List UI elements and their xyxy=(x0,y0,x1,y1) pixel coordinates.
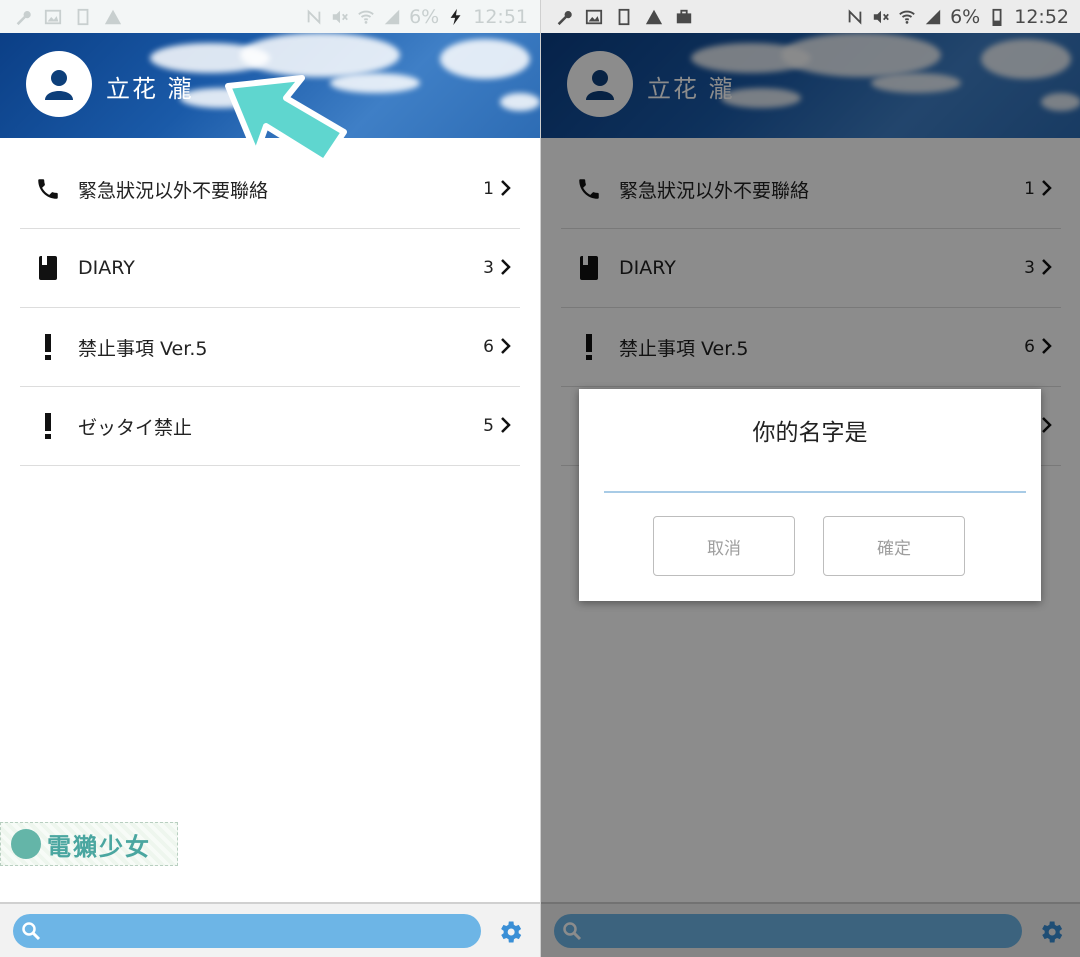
chevron-right-icon xyxy=(501,417,511,433)
battery-percent: 6% xyxy=(950,5,981,28)
list-item[interactable]: ゼッタイ禁止 5 xyxy=(20,387,520,466)
wifi-icon xyxy=(358,10,374,24)
phone-icon xyxy=(38,179,58,199)
list-item-label: DIARY xyxy=(78,257,135,279)
device-icon xyxy=(618,8,630,25)
name-dialog: 你的名字是 取消 確定 xyxy=(579,389,1041,601)
list-item-label: 禁止事項 Ver.5 xyxy=(78,337,208,360)
search-icon xyxy=(22,922,41,941)
list-item-count: 5 xyxy=(483,416,494,436)
wrench-icon xyxy=(16,10,31,25)
briefcase-icon xyxy=(676,9,692,23)
chevron-right-icon xyxy=(501,180,511,196)
confirm-button[interactable]: 確定 xyxy=(823,516,965,576)
status-bar: 6% 12:52 xyxy=(541,0,1080,33)
name-input[interactable] xyxy=(604,461,1026,493)
watermark-text: 電獺少女 xyxy=(47,832,151,861)
list-item[interactable]: 禁止事項 Ver.5 6 xyxy=(20,308,520,387)
list-item-label: ゼッタイ禁止 xyxy=(78,416,193,439)
status-bar: 6% 12:51 xyxy=(0,0,540,33)
cancel-button[interactable]: 取消 xyxy=(653,516,795,576)
user-name[interactable]: 立花 瀧 xyxy=(106,69,194,104)
search-input[interactable] xyxy=(13,914,481,948)
avatar[interactable] xyxy=(26,51,92,117)
book-icon xyxy=(39,256,57,280)
signal-icon xyxy=(925,9,941,24)
user-silhouette-icon xyxy=(45,70,73,100)
bottom-bar xyxy=(0,902,540,957)
left-screen: 6% 12:51 立花 瀧 緊急狀況以外不要聯絡 1 DIARY 3 禁止事項 … xyxy=(0,0,540,957)
gear-icon[interactable] xyxy=(496,918,524,946)
nfc-icon xyxy=(848,8,862,25)
wrench-icon xyxy=(557,10,572,25)
nfc-icon xyxy=(307,8,321,25)
status-time: 12:52 xyxy=(1014,5,1069,28)
watermark-logo: 電獺少女 xyxy=(0,822,178,866)
image-icon xyxy=(44,9,62,24)
signal-icon xyxy=(384,9,400,24)
image-icon xyxy=(585,9,603,24)
right-screen: 6% 12:52 立花 瀧 緊急狀況以外不要聯絡 1 DIARY 3 禁止事項 … xyxy=(541,0,1080,957)
dialog-title: 你的名字是 xyxy=(752,420,868,446)
wifi-icon xyxy=(899,10,915,24)
list-item[interactable]: 緊急狀況以外不要聯絡 1 xyxy=(20,150,520,229)
battery-percent: 6% xyxy=(409,5,440,28)
mute-icon xyxy=(332,10,348,23)
list-item-count: 3 xyxy=(483,258,494,278)
warning-icon xyxy=(104,9,122,24)
battery-icon xyxy=(992,8,1002,26)
chevron-right-icon xyxy=(501,259,511,275)
list-item[interactable]: DIARY 3 xyxy=(20,229,520,308)
charging-icon xyxy=(450,8,461,25)
exclamation-icon xyxy=(45,334,51,360)
otter-face-icon xyxy=(11,829,41,859)
list-item-count: 1 xyxy=(483,179,494,199)
status-time: 12:51 xyxy=(473,5,528,28)
device-icon xyxy=(77,8,89,25)
list-item-count: 6 xyxy=(483,337,494,357)
category-list: 緊急狀況以外不要聯絡 1 DIARY 3 禁止事項 Ver.5 6 ゼッタイ禁止… xyxy=(20,150,520,466)
exclamation-icon xyxy=(45,413,51,439)
chevron-right-icon xyxy=(501,338,511,354)
list-item-label: 緊急狀況以外不要聯絡 xyxy=(78,179,269,202)
warning-icon xyxy=(645,9,663,24)
mute-icon xyxy=(873,10,889,23)
